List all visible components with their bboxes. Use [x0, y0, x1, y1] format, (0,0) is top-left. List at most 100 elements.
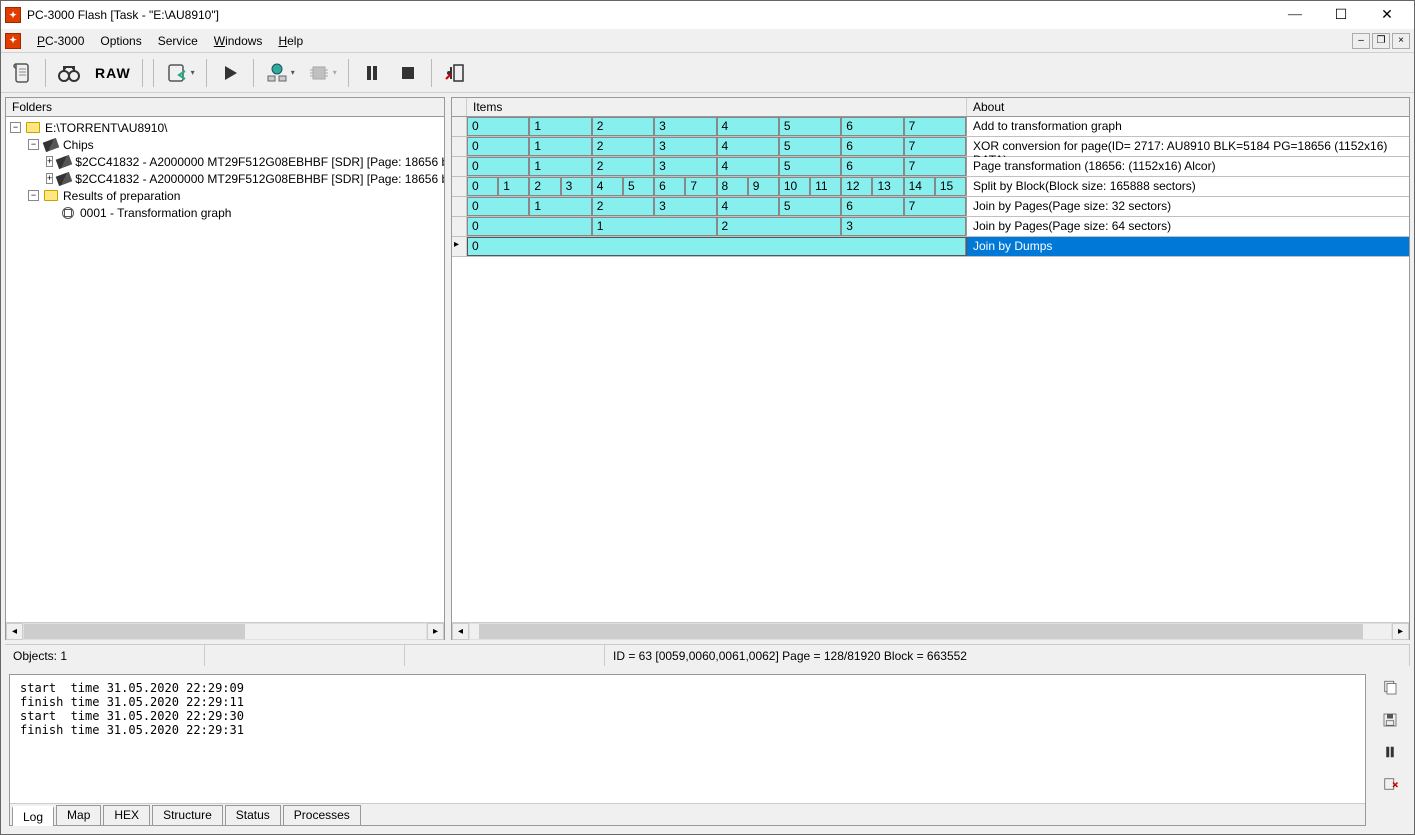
menu-service[interactable]: Service	[150, 32, 206, 50]
about-cell[interactable]: XOR conversion for page(ID= 2717: AU8910…	[967, 137, 1409, 156]
menu-options[interactable]: Options	[92, 32, 149, 50]
result-item-label[interactable]: 0001 - Transformation graph	[80, 206, 231, 220]
item-cell[interactable]: 0	[467, 117, 529, 136]
results-node-label[interactable]: Results of preparation	[63, 189, 180, 203]
item-cell[interactable]: 1	[592, 217, 717, 236]
chip-button[interactable]: ▾	[302, 57, 342, 89]
item-cell[interactable]: 5	[779, 157, 841, 176]
item-cell[interactable]: 3	[654, 197, 716, 216]
log-text[interactable]: start time 31.05.2020 22:29:09 finish ti…	[10, 675, 1365, 803]
item-cell[interactable]: 3	[654, 137, 716, 156]
item-cell[interactable]: 4	[717, 197, 779, 216]
binoculars-button[interactable]	[52, 57, 86, 89]
item-cell[interactable]: 0	[467, 197, 529, 216]
tree-root-label[interactable]: E:\TORRENT\AU8910\	[45, 121, 167, 135]
item-cell[interactable]: 2	[592, 157, 654, 176]
item-cell[interactable]: 4	[592, 177, 623, 196]
raw-button[interactable]: RAW	[88, 57, 136, 89]
item-cell[interactable]: 1	[529, 137, 591, 156]
item-cell[interactable]: 7	[904, 197, 966, 216]
maximize-button[interactable]: ☐	[1318, 1, 1364, 29]
script-button[interactable]	[5, 57, 39, 89]
item-cell[interactable]: 3	[841, 217, 966, 236]
menu-pc3000[interactable]: PC-3000	[29, 32, 92, 50]
item-cell[interactable]: 5	[779, 137, 841, 156]
item-cell[interactable]: 11	[810, 177, 841, 196]
grid-row[interactable]: 01234567Page transformation (18656: (115…	[452, 157, 1409, 177]
scroll-right-arrow-icon[interactable]: ▸	[1392, 623, 1409, 640]
scroll-left-arrow-icon[interactable]: ◂	[6, 623, 23, 640]
item-cell[interactable]: 2	[717, 217, 842, 236]
about-cell[interactable]: Join by Pages(Page size: 32 sectors)	[967, 197, 1409, 216]
tree-toggle[interactable]: +	[46, 156, 53, 167]
item-cell[interactable]: 7	[904, 117, 966, 136]
h-scrollbar[interactable]: ◂ ▸	[6, 622, 444, 639]
chip-item-label[interactable]: $2CC41832 - A2000000 MT29F512G08EBHBF [S…	[75, 172, 444, 186]
scroll-right-arrow-icon[interactable]: ▸	[427, 623, 444, 640]
item-cell[interactable]: 0	[467, 177, 498, 196]
item-cell[interactable]: 8	[717, 177, 748, 196]
row-handle[interactable]	[452, 197, 467, 216]
item-cell[interactable]: 6	[841, 117, 903, 136]
item-cell[interactable]: 6	[841, 157, 903, 176]
tree-toggle[interactable]: −	[28, 190, 39, 201]
item-cell[interactable]: 15	[935, 177, 966, 196]
item-cell[interactable]: 5	[779, 117, 841, 136]
tab-hex[interactable]: HEX	[103, 805, 150, 825]
about-cell[interactable]: Join by Dumps	[967, 237, 1409, 256]
grid-row[interactable]: 0123456789101112131415Split by Block(Blo…	[452, 177, 1409, 197]
item-cell[interactable]: 0	[467, 217, 592, 236]
item-cell[interactable]: 6	[841, 137, 903, 156]
network-button[interactable]: ▾	[260, 57, 300, 89]
row-handle[interactable]	[452, 217, 467, 236]
item-cell[interactable]: 3	[654, 117, 716, 136]
row-handle[interactable]	[452, 237, 467, 256]
item-cell[interactable]: 1	[529, 197, 591, 216]
item-cell[interactable]: 1	[529, 117, 591, 136]
item-cell[interactable]: 4	[717, 117, 779, 136]
menu-help[interactable]: Help	[270, 32, 311, 50]
item-cell[interactable]: 12	[841, 177, 872, 196]
grid-row[interactable]: 0123Join by Pages(Page size: 64 sectors)	[452, 217, 1409, 237]
item-cell[interactable]: 14	[904, 177, 935, 196]
about-cell[interactable]: Split by Block(Block size: 165888 sector…	[967, 177, 1409, 196]
close-button[interactable]: ✕	[1364, 1, 1410, 29]
grid-row[interactable]: 0Join by Dumps	[452, 237, 1409, 257]
mdi-restore-button[interactable]: ❐	[1372, 33, 1390, 49]
tree-toggle[interactable]: +	[46, 173, 53, 184]
scroll-left-arrow-icon[interactable]: ◂	[452, 623, 469, 640]
save-log-button[interactable]	[1376, 708, 1404, 732]
item-cell[interactable]: 7	[685, 177, 716, 196]
stop-button[interactable]	[391, 57, 425, 89]
grid-header-about[interactable]: About	[967, 98, 1409, 116]
item-cell[interactable]: 5	[779, 197, 841, 216]
chips-node-label[interactable]: Chips	[63, 138, 94, 152]
import-button[interactable]: ▾	[160, 57, 200, 89]
item-cell[interactable]: 1	[498, 177, 529, 196]
row-handle[interactable]	[452, 117, 467, 136]
grid-row[interactable]: 01234567Join by Pages(Page size: 32 sect…	[452, 197, 1409, 217]
grid-header-items[interactable]: Items	[467, 98, 967, 116]
h-scrollbar[interactable]: ◂ ▸	[452, 622, 1409, 639]
exit-button[interactable]	[438, 57, 472, 89]
tab-map[interactable]: Map	[56, 805, 101, 825]
tab-status[interactable]: Status	[225, 805, 281, 825]
mdi-minimize-button[interactable]: –	[1352, 33, 1370, 49]
item-cell[interactable]: 4	[717, 157, 779, 176]
pause-log-button[interactable]	[1376, 740, 1404, 764]
item-cell[interactable]: 5	[623, 177, 654, 196]
copy-log-button[interactable]	[1376, 676, 1404, 700]
item-cell[interactable]: 10	[779, 177, 810, 196]
about-cell[interactable]: Add to transformation graph	[967, 117, 1409, 136]
item-cell[interactable]: 2	[592, 117, 654, 136]
grid-body[interactable]: 01234567Add to transformation graph01234…	[452, 117, 1409, 622]
grid-row[interactable]: 01234567Add to transformation graph	[452, 117, 1409, 137]
item-cell[interactable]: 2	[592, 137, 654, 156]
tree-toggle[interactable]: −	[10, 122, 21, 133]
play-button[interactable]	[213, 57, 247, 89]
item-cell[interactable]: 3	[654, 157, 716, 176]
item-cell[interactable]: 6	[654, 177, 685, 196]
item-cell[interactable]: 0	[467, 137, 529, 156]
clear-log-button[interactable]	[1376, 772, 1404, 796]
item-cell[interactable]: 0	[467, 237, 966, 256]
